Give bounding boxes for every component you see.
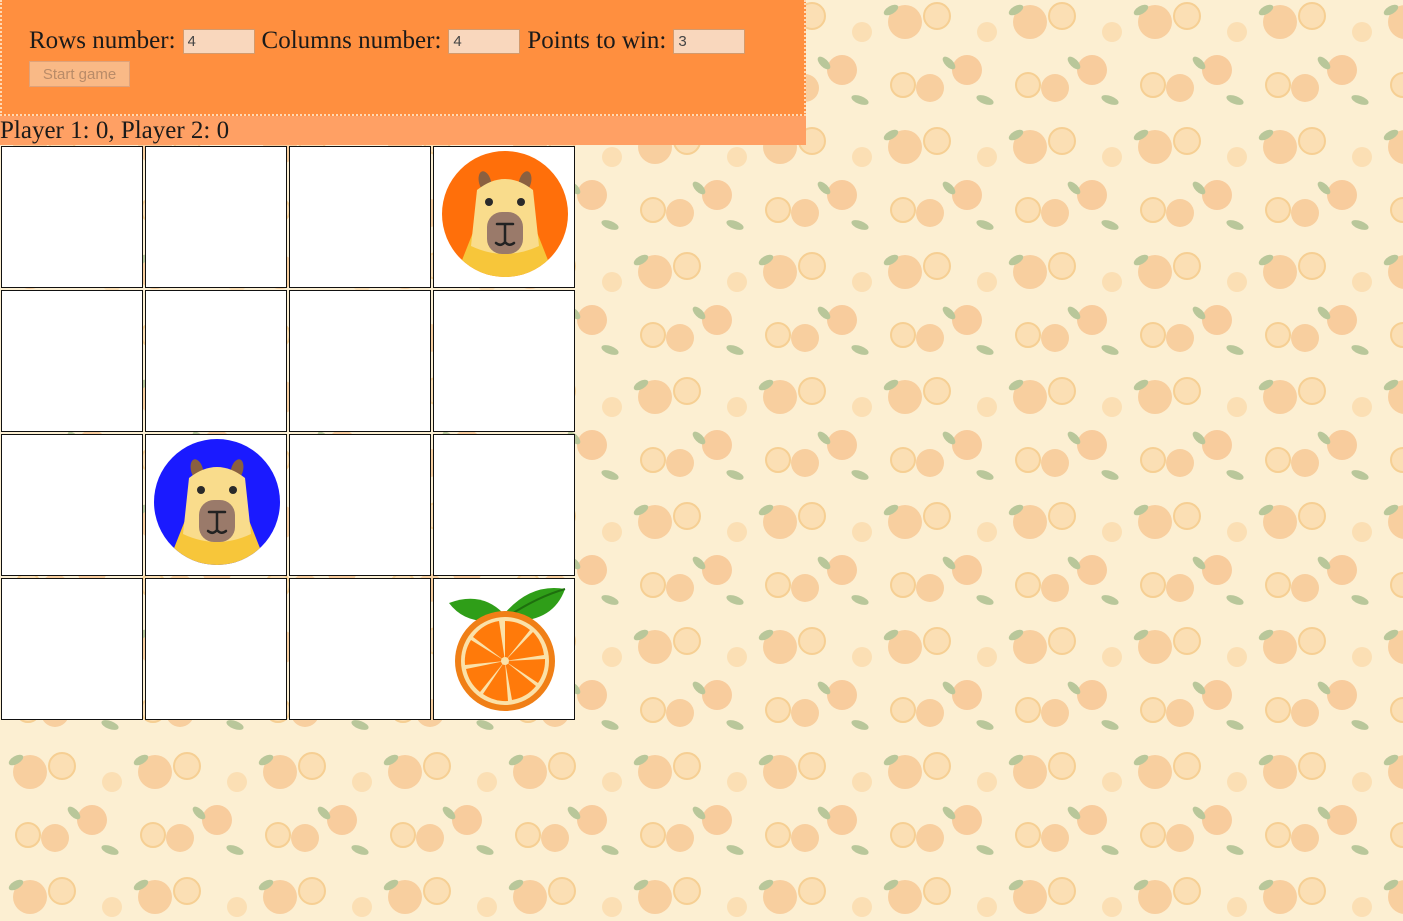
columns-label: Columns number: — [261, 27, 442, 54]
score-display: Player 1: 0, Player 2: 0 — [0, 116, 806, 145]
board-cell-r1-c2[interactable] — [145, 146, 287, 288]
board-cell-r2-c1[interactable] — [1, 290, 143, 432]
points-to-win-input[interactable] — [673, 28, 746, 54]
rows-label: Rows number: — [29, 27, 176, 54]
rows-input[interactable] — [182, 28, 255, 54]
board-cell-r2-c3[interactable] — [289, 290, 431, 432]
start-game-button[interactable]: Start game — [29, 61, 130, 87]
settings-panel: Rows number: Columns number: Points to w… — [0, 0, 806, 116]
game-board — [1, 146, 575, 720]
board-cell-r3-c1[interactable] — [1, 434, 143, 576]
board-cell-r4-c1[interactable] — [1, 578, 143, 720]
board-cell-r3-c2[interactable] — [145, 434, 287, 576]
board-cell-r3-c3[interactable] — [289, 434, 431, 576]
board-cell-r4-c3[interactable] — [289, 578, 431, 720]
board-cell-r2-c4[interactable] — [433, 290, 575, 432]
board-cell-r3-c4[interactable] — [433, 434, 575, 576]
orange-fruit-icon — [449, 588, 566, 711]
board-cell-r2-c2[interactable] — [145, 290, 287, 432]
capybara-orange-icon — [442, 151, 568, 277]
capybara-blue-icon — [154, 439, 280, 565]
points-to-win-label: Points to win: — [527, 27, 667, 54]
settings-row: Rows number: Columns number: Points to w… — [29, 24, 804, 58]
board-cell-r4-c4[interactable] — [433, 578, 575, 720]
board-cell-r1-c1[interactable] — [1, 146, 143, 288]
columns-input[interactable] — [448, 28, 521, 54]
board-cell-r1-c3[interactable] — [289, 146, 431, 288]
board-cell-r4-c2[interactable] — [145, 578, 287, 720]
board-cell-r1-c4[interactable] — [433, 146, 575, 288]
